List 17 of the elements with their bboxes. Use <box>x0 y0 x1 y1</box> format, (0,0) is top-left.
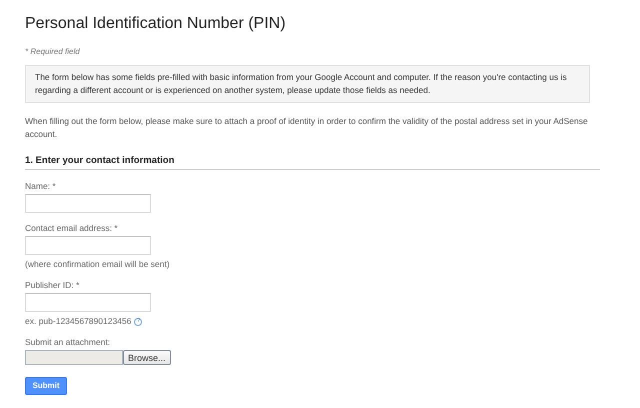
field-hint: ex. pub-1234567890123456 <box>25 316 132 327</box>
required-note: * Required field <box>25 47 81 56</box>
field-label: Publisher ID: * <box>25 280 80 291</box>
input-field[interactable] <box>25 293 151 312</box>
browse-button[interactable]: Browse... <box>123 350 171 365</box>
input-field[interactable] <box>25 194 151 213</box>
section-heading: 1. Enter your contact information <box>25 155 600 170</box>
input-field[interactable] <box>25 236 151 255</box>
submit-button[interactable]: Submit <box>25 376 67 394</box>
field-label: Name: * <box>25 181 56 192</box>
intro-text: When filling out the form below, please make sure to attach a proof of identity in order to confirm the validity of the postal address set in your AdSense account. <box>25 115 589 141</box>
info-notice: The form below has some fields pre-filled with basic information from your Google Account and computer. If the reason you're contacting us is regarding a different account or is experienced on another system, please update those fields as needed. <box>25 65 590 103</box>
page-title: Personal Identification Number (PIN) <box>25 14 287 34</box>
field-label: Contact email address: * <box>25 223 118 234</box>
file-path-field[interactable] <box>25 350 123 365</box>
field-hint: (where confirmation email will be sent) <box>25 259 170 270</box>
field-label: Submit an attachment: <box>25 337 110 348</box>
